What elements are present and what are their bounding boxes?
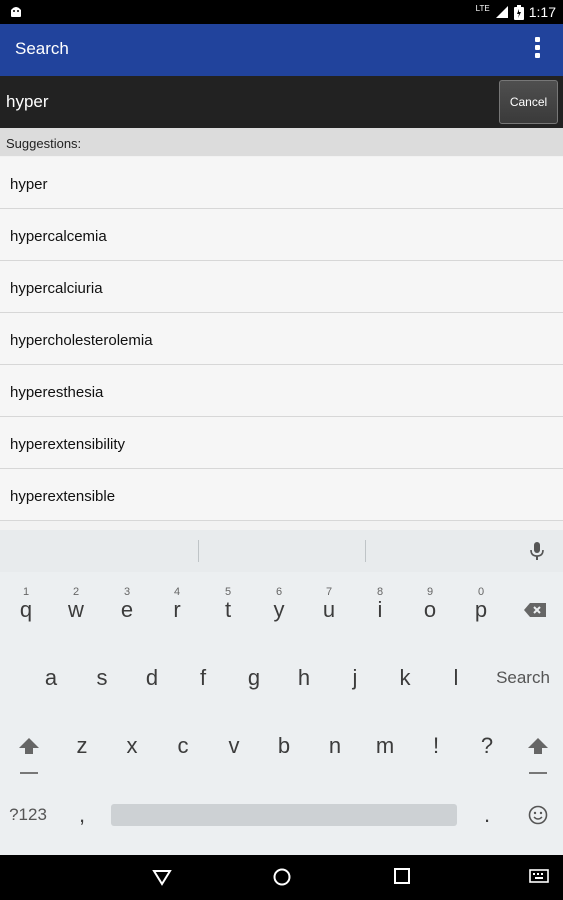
keyboard-suggestion-strip [0, 530, 563, 572]
suggestion-list: hyper hypercalcemia hypercalciuria hyper… [0, 157, 563, 521]
key-exclamation[interactable]: ! [411, 716, 461, 776]
key-h[interactable]: h [279, 648, 329, 708]
key-t[interactable]: 5t [203, 580, 253, 640]
suggestion-label: hyperesthesia [10, 384, 104, 401]
list-item[interactable]: hyperextensible [0, 469, 563, 521]
suggestions-header-label: Suggestions: [6, 136, 82, 151]
suggestion-label: hypercalciuria [10, 280, 103, 297]
key-m[interactable]: m [360, 716, 410, 776]
list-item[interactable]: hypercalcemia [0, 209, 563, 261]
key-a[interactable]: a [26, 648, 76, 708]
key-b[interactable]: b [259, 716, 309, 776]
recents-icon[interactable] [393, 867, 411, 885]
search-action-key[interactable]: Search [490, 648, 556, 708]
suggestions-header: Suggestions: [0, 128, 563, 156]
overflow-menu-icon[interactable] [531, 37, 543, 63]
shift-icon [528, 738, 548, 754]
key-j[interactable]: j [330, 648, 380, 708]
shift-key-left[interactable] [4, 716, 54, 776]
shift-indicator [20, 772, 38, 774]
back-icon[interactable] [152, 867, 172, 887]
key-n[interactable]: n [310, 716, 360, 776]
suggestion-label: hyperextensible [10, 488, 116, 505]
key-e[interactable]: 3e [102, 580, 152, 640]
key-s[interactable]: s [77, 648, 127, 708]
key-c[interactable]: c [158, 716, 208, 776]
key-z[interactable]: z [57, 716, 107, 776]
soft-keyboard: 1q 2w 3e 4r 5t 6y 7u 8i 9o 0p a s d f g … [0, 530, 563, 855]
key-u[interactable]: 7u [304, 580, 354, 640]
cancel-button[interactable]: Cancel [499, 80, 558, 124]
key-o[interactable]: 9o [405, 580, 455, 640]
symbols-key[interactable]: ?123 [3, 785, 53, 845]
suggestion-label: hyper [10, 176, 48, 193]
home-icon[interactable] [272, 867, 292, 887]
shift-icon [19, 738, 39, 754]
navigation-bar [0, 855, 563, 900]
android-notification-icon [11, 7, 21, 17]
emoji-icon [528, 805, 548, 825]
suggestion-label: hyperextensibility [10, 436, 126, 453]
emoji-key[interactable] [513, 785, 563, 845]
status-bar: LTE 1:17 [0, 0, 563, 24]
key-i[interactable]: 8i [355, 580, 405, 640]
action-bar: Search [0, 24, 563, 76]
key-k[interactable]: k [380, 648, 430, 708]
spacebar[interactable] [111, 804, 457, 826]
list-item[interactable]: hypercalciuria [0, 261, 563, 313]
shift-key-right[interactable] [513, 716, 563, 776]
key-w[interactable]: 2w [51, 580, 101, 640]
suggestion-label: hypercalcemia [10, 228, 107, 245]
shift-indicator [529, 772, 547, 774]
key-f[interactable]: f [178, 648, 228, 708]
key-d[interactable]: d [127, 648, 177, 708]
key-period[interactable]: . [462, 785, 512, 845]
search-input[interactable]: hyper [6, 92, 49, 112]
key-y[interactable]: 6y [254, 580, 304, 640]
list-item[interactable]: hyperesthesia [0, 365, 563, 417]
suggestion-label: hypercholesterolemia [10, 332, 153, 349]
list-item[interactable]: hypercholesterolemia [0, 313, 563, 365]
search-bar: hyper Cancel [0, 76, 563, 128]
backspace-key[interactable] [510, 580, 560, 640]
key-p[interactable]: 0p [456, 580, 506, 640]
battery-icon [513, 4, 524, 20]
key-r[interactable]: 4r [152, 580, 202, 640]
key-x[interactable]: x [107, 716, 157, 776]
signal-icon [495, 6, 508, 18]
clock: 1:17 [528, 4, 556, 20]
network-type-label: LTE [475, 3, 490, 13]
key-l[interactable]: l [431, 648, 481, 708]
microphone-icon[interactable] [530, 542, 544, 560]
keyboard-switch-icon[interactable] [529, 867, 549, 885]
backspace-icon [524, 603, 546, 617]
list-item[interactable]: hyper [0, 157, 563, 209]
key-question[interactable]: ? [462, 716, 512, 776]
key-comma[interactable]: , [57, 785, 107, 845]
page-title: Search [15, 39, 69, 58]
key-v[interactable]: v [209, 716, 259, 776]
key-q[interactable]: 1q [1, 580, 51, 640]
list-item[interactable]: hyperextensibility [0, 417, 563, 469]
key-g[interactable]: g [229, 648, 279, 708]
